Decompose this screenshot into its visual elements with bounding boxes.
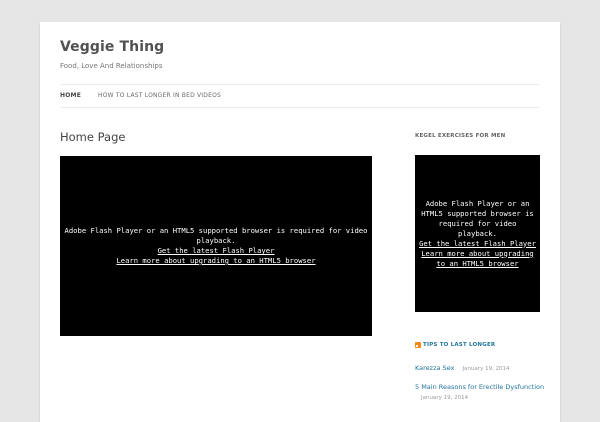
site-description: Food, Love And Relationships [60,62,163,70]
site-title[interactable]: Veggie Thing [60,39,164,55]
list-item: 5 Main Reasons for Erectile Dysfunction … [415,383,544,401]
sidebar-video-player[interactable]: Adobe Flash Player or an HTML5 supported… [415,155,540,312]
flash-player-link[interactable]: Get the latest Flash Player [158,246,275,256]
nav-item-videos[interactable]: HOW TO LAST LONGER IN BED VIDEOS [98,92,221,99]
player-message: Adobe Flash Player or an HTML5 supported… [64,226,368,245]
page-container: Veggie Thing Food, Love And Relationship… [40,22,560,422]
flash-player-link[interactable]: Get the latest Flash Player [419,239,536,249]
post-link[interactable]: 5 Main Reasons for Erectile Dysfunction [415,383,544,391]
player-message: Adobe Flash Player or an HTML5 supported… [421,198,534,238]
rss-icon[interactable] [415,342,421,348]
list-item: Karezza Sex January 19, 2014 [415,364,510,372]
main-navigation: HOME HOW TO LAST LONGER IN BED VIDEOS [60,84,540,108]
widget-title-kegel: KEGEL EXERCISES FOR MEN [415,133,506,139]
post-date: January 19, 2014 [421,395,469,401]
page-title: Home Page [60,130,126,144]
post-date: January 19, 2014 [462,366,510,372]
tips-widget-link[interactable]: TIPS TO LAST LONGER [423,342,495,348]
widget-title-tips: TIPS TO LAST LONGER [415,342,495,348]
html5-upgrade-link[interactable]: Learn more about upgrading to an HTML5 b… [418,249,537,269]
html5-upgrade-link[interactable]: Learn more about upgrading to an HTML5 b… [116,256,315,266]
nav-item-home[interactable]: HOME [60,92,81,99]
main-video-player[interactable]: Adobe Flash Player or an HTML5 supported… [60,156,372,336]
post-link[interactable]: Karezza Sex [415,364,454,372]
